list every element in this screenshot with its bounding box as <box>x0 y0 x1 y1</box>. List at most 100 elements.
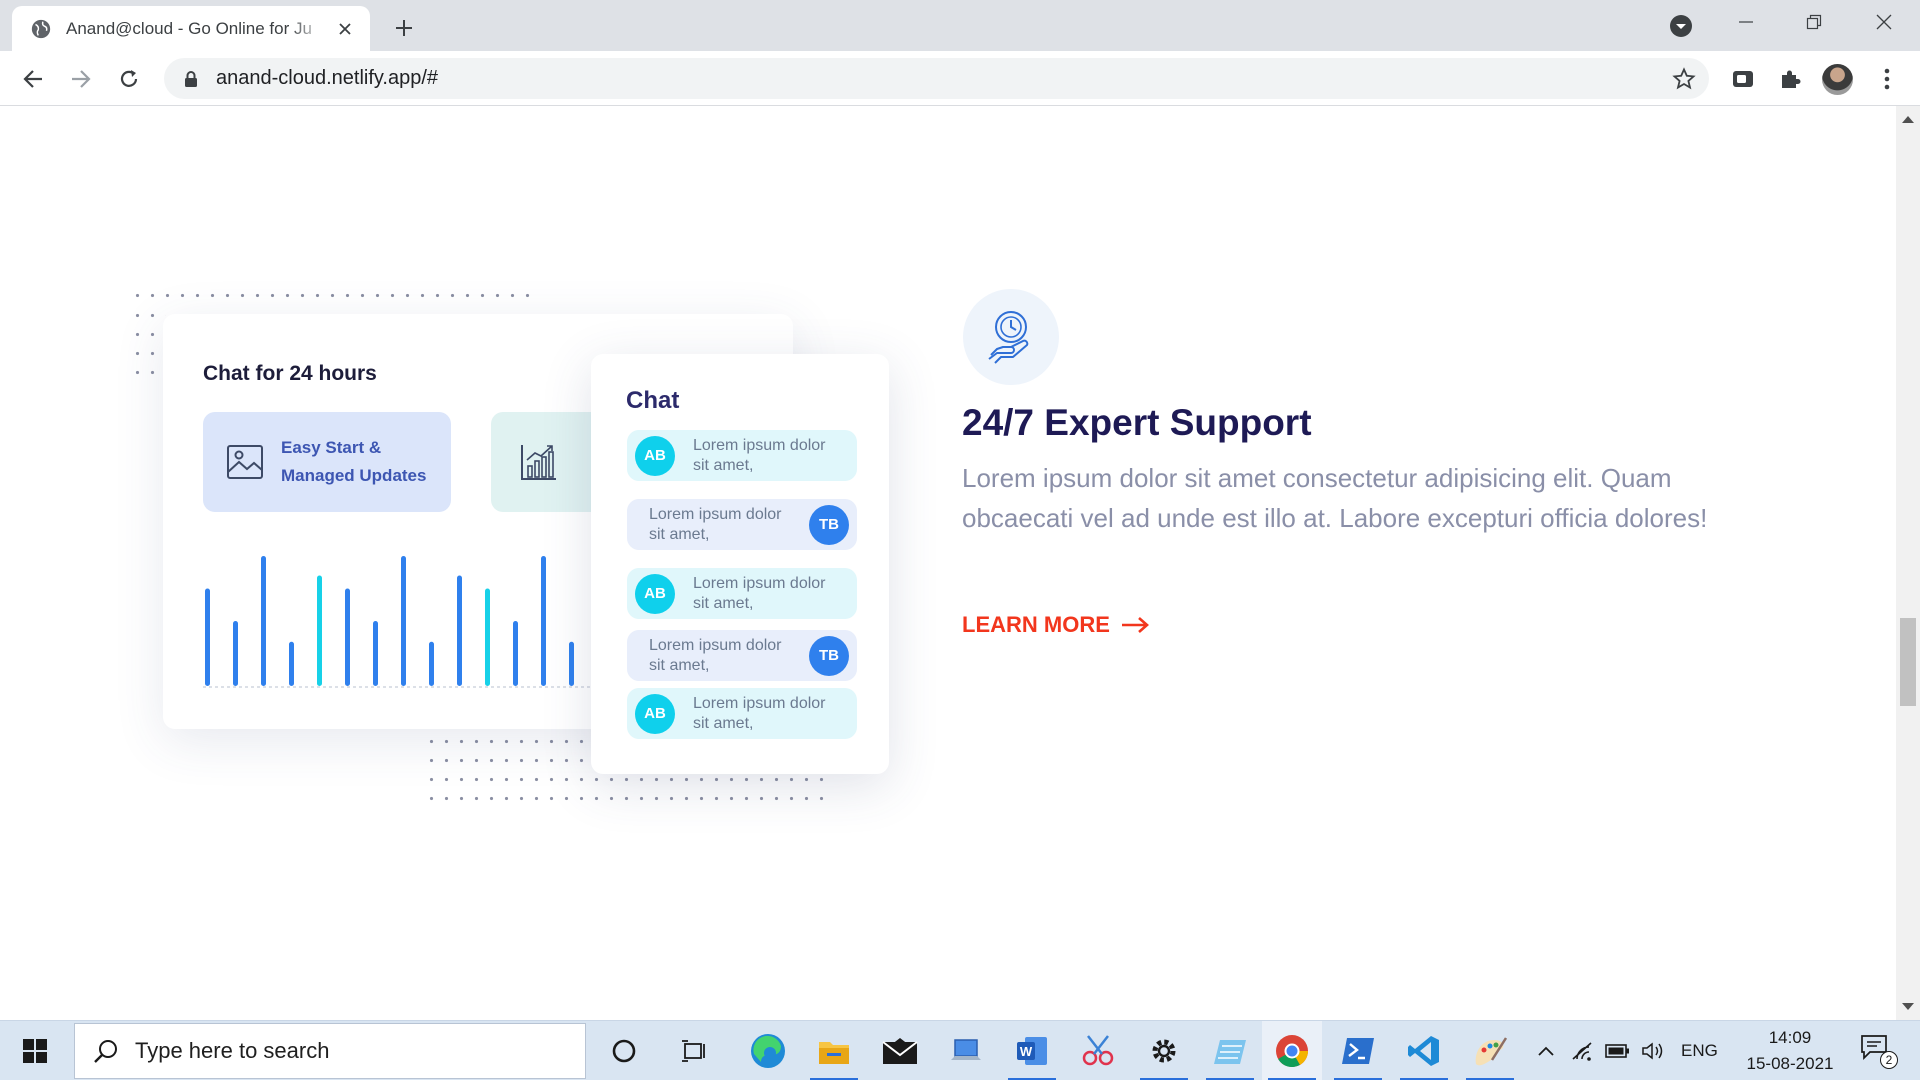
back-icon[interactable] <box>16 62 50 96</box>
graphic-bar <box>373 621 378 686</box>
puzzle-icon[interactable] <box>1775 64 1805 94</box>
url-text[interactable]: anand-cloud.netlify.app/# <box>216 67 1671 90</box>
page-viewport: Chat for 24 hours Easy Start & Managed U… <box>0 106 1896 1020</box>
vscode-icon[interactable] <box>1394 1021 1454 1080</box>
tab-search-icon[interactable] <box>1668 13 1694 39</box>
chrome-icon[interactable] <box>1262 1021 1322 1080</box>
cortana-icon[interactable] <box>594 1021 654 1080</box>
taskbar-search-box[interactable]: Type here to search <box>74 1023 586 1079</box>
avatar-badge: AB <box>635 693 675 734</box>
system-clock[interactable]: 14:09 15-08-2021 <box>1735 1025 1845 1077</box>
message-text: Lorem ipsum dolor sit amet, <box>649 505 782 543</box>
notification-center-icon[interactable]: 2 <box>1860 1033 1900 1073</box>
close-icon[interactable] <box>334 18 356 40</box>
restore-icon[interactable] <box>1780 0 1848 44</box>
address-bar[interactable]: anand-cloud.netlify.app/# <box>164 58 1709 99</box>
language-indicator[interactable]: ENG <box>1681 1021 1718 1080</box>
analytics-chart-icon <box>521 445 556 480</box>
learn-more-label: LEARN MORE <box>962 612 1110 637</box>
section-heading: 24/7 Expert Support <box>962 402 1312 443</box>
laptop-app-icon[interactable] <box>936 1021 996 1080</box>
browser-toolbar: anand-cloud.netlify.app/# <box>0 51 1920 106</box>
graphic-bar <box>513 621 518 686</box>
avatar-badge: AB <box>635 435 675 476</box>
card-title: Chat for 24 hours <box>203 362 377 385</box>
feature-tile-label: Easy Start & Managed Updates <box>281 438 427 485</box>
battery-icon[interactable] <box>1600 1021 1634 1080</box>
kebab-menu-icon[interactable] <box>1872 64 1902 94</box>
close-icon[interactable] <box>1850 0 1918 44</box>
scrollbar-thumb[interactable] <box>1900 618 1916 706</box>
svg-text:W: W <box>1020 1044 1033 1059</box>
chat-message: Lorem ipsum dolor sit amet, TB <box>627 630 857 681</box>
minimize-icon[interactable] <box>1712 0 1780 44</box>
snipping-tool-icon[interactable] <box>1068 1021 1128 1080</box>
feature-tile-updates[interactable]: Easy Start & Managed Updates <box>203 412 451 512</box>
clock-date: 15-08-2021 <box>1746 1054 1834 1073</box>
globe-icon <box>31 19 51 38</box>
mail-icon[interactable] <box>870 1021 930 1080</box>
page-scrollbar[interactable] <box>1896 106 1920 1020</box>
graphic-bar <box>317 575 322 686</box>
tab-title: Anand@cloud - Go Online for Ju <box>66 18 312 38</box>
settings-icon[interactable] <box>1134 1021 1194 1080</box>
graphic-bar <box>233 621 238 686</box>
graphic-bar <box>429 641 434 686</box>
decorative-dots <box>130 306 166 376</box>
section-description: Lorem ipsum dolor sit amet consectetur a… <box>962 463 1708 533</box>
scroll-up-icon[interactable] <box>1902 116 1914 123</box>
avatar-badge: AB <box>635 573 675 614</box>
word-icon[interactable]: W <box>1002 1021 1062 1080</box>
task-view-icon[interactable] <box>664 1021 724 1080</box>
message-text: Lorem ipsum dolor sit amet, <box>649 636 782 674</box>
message-text: Lorem ipsum dolor sit amet, <box>693 694 826 732</box>
graphic-bar <box>289 641 294 686</box>
graphic-bar <box>541 556 546 686</box>
search-placeholder: Type here to search <box>135 1038 330 1063</box>
message-text: Lorem ipsum dolor sit amet, <box>693 574 826 612</box>
browser-tab[interactable]: Anand@cloud - Go Online for Ju <box>12 6 370 51</box>
reload-icon[interactable] <box>112 62 146 96</box>
graphic-bar <box>261 556 266 686</box>
notepad-icon[interactable] <box>1200 1021 1260 1080</box>
message-text: Lorem ipsum dolor sit amet, <box>693 436 826 474</box>
avatar-badge: TB <box>809 504 849 545</box>
graphic-bar <box>345 588 350 686</box>
arrow-right-icon <box>1121 617 1149 633</box>
support-icon-badge <box>963 289 1059 385</box>
tab-strip: Anand@cloud - Go Online for Ju <box>0 0 1920 51</box>
windows-start-icon[interactable] <box>0 1021 70 1080</box>
clock-time: 14:09 <box>1768 1028 1812 1047</box>
graphic-bar <box>457 575 462 686</box>
search-icon <box>94 1040 117 1063</box>
scroll-down-icon[interactable] <box>1902 1003 1914 1010</box>
show-hidden-icons-chevron[interactable] <box>1528 1021 1564 1080</box>
chat-widget: Chat AB Lorem ipsum dolor sit amet, Lore… <box>591 354 889 774</box>
learn-more-link[interactable]: LEARN MORE <box>962 612 1150 638</box>
support-clock-hand-icon <box>988 311 1029 364</box>
network-icon[interactable] <box>1566 1021 1600 1080</box>
volume-icon[interactable] <box>1636 1021 1670 1080</box>
image-icon <box>227 445 263 479</box>
star-icon[interactable] <box>1671 66 1697 92</box>
graphic-bar <box>205 588 210 686</box>
plus-icon[interactable] <box>388 12 420 44</box>
chat-message: AB Lorem ipsum dolor sit amet, <box>627 688 857 739</box>
decorative-dots <box>130 286 535 306</box>
graphic-bar <box>401 556 406 686</box>
file-explorer-icon[interactable] <box>804 1021 864 1080</box>
notification-count-badge: 2 <box>1880 1051 1898 1069</box>
avatar-badge: TB <box>809 635 849 676</box>
edge-icon[interactable] <box>738 1021 798 1080</box>
profile-avatar[interactable] <box>1822 64 1853 95</box>
chat-message: Lorem ipsum dolor sit amet, TB <box>627 499 857 550</box>
chat-message: AB Lorem ipsum dolor sit amet, <box>627 568 857 619</box>
graphic-bar <box>485 588 490 686</box>
extension-app-icon[interactable] <box>1728 64 1758 94</box>
forward-icon[interactable] <box>64 62 98 96</box>
chat-title: Chat <box>626 387 680 414</box>
lock-icon <box>185 70 197 87</box>
windows-taskbar: Type here to search W ENG 14:09 15-08-20… <box>0 1020 1920 1080</box>
powershell-icon[interactable] <box>1328 1021 1388 1080</box>
paint-icon[interactable] <box>1460 1021 1520 1080</box>
